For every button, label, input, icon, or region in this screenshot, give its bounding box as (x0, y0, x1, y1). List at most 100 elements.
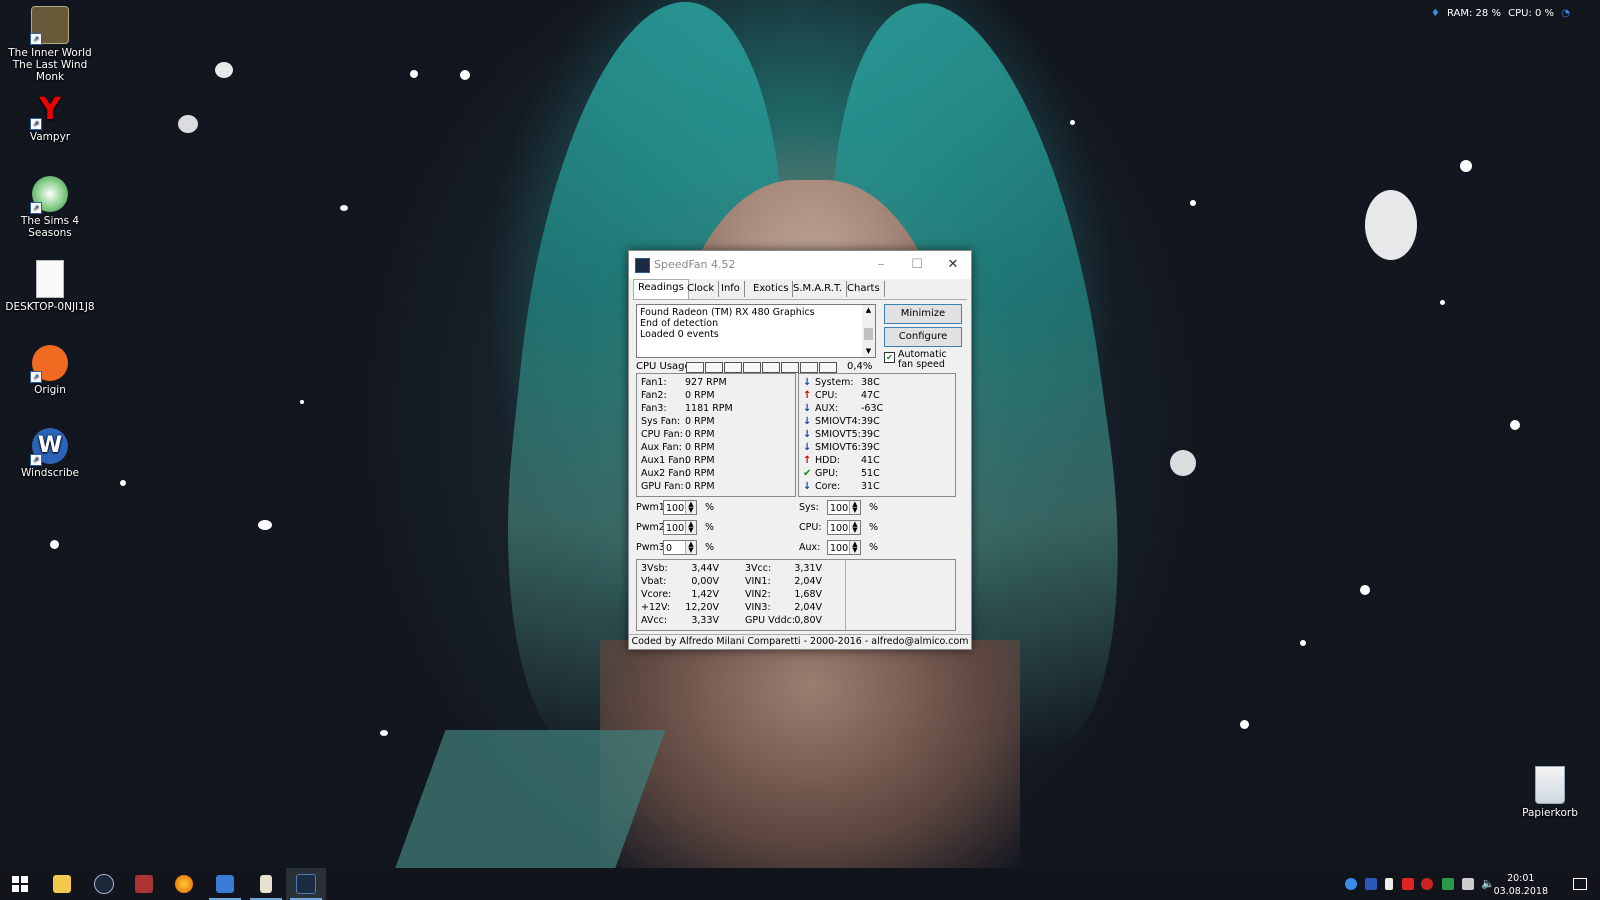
cpu-core-meter (762, 362, 780, 373)
tray-network-icon[interactable] (1345, 878, 1357, 890)
action-center-button[interactable] (1560, 868, 1600, 900)
tray-volume-icon[interactable]: 🔈 (1481, 878, 1495, 890)
snowflake (1300, 640, 1306, 646)
desktop-icon-inner-world[interactable]: ↗ The Inner World The Last Wind Monk (2, 6, 98, 83)
cpu-core-meter (743, 362, 761, 373)
title-bar[interactable]: SpeedFan 4.52 – ☐ ✕ (629, 251, 971, 279)
desktop-icon-origin[interactable]: ↗ Origin (2, 345, 98, 396)
desktop-icon-label: The Sims 4 Seasons (20, 215, 80, 239)
desktop-icon-sims4[interactable]: ↗ The Sims 4 Seasons (2, 176, 98, 239)
notepad-icon (260, 875, 272, 893)
pwm-spinbox[interactable]: 100 ▲ ▼ (663, 520, 697, 535)
sensor-name: AUX: (815, 403, 839, 414)
snowflake (1240, 720, 1249, 729)
tab-charts[interactable]: Charts (843, 281, 885, 297)
tray-antivirus-icon[interactable] (1402, 878, 1414, 890)
shortcut-arrow-icon: ↗ (30, 454, 42, 466)
ram-usage: RAM: 28 % (1446, 8, 1501, 19)
checkbox-checked-icon[interactable]: ✔ (884, 352, 895, 363)
pwm-value: 100 (830, 503, 849, 514)
shortcut-arrow-icon: ↗ (30, 202, 42, 214)
tab-clock[interactable]: Clock (683, 281, 720, 297)
tray-wifi-icon[interactable] (1462, 878, 1474, 890)
shortcut-arrow-icon: ↗ (30, 33, 42, 45)
taskbar-speedfan[interactable] (286, 868, 326, 900)
pwm-spinbox[interactable]: 100 ▲ ▼ (827, 540, 861, 555)
scroll-thumb[interactable] (864, 328, 873, 340)
tray-radeon-icon[interactable] (1421, 878, 1433, 890)
tab-smart[interactable]: S.M.A.R.T. (789, 281, 848, 297)
taskbar-clock[interactable]: 20:01 03.08.2018 (1494, 872, 1548, 898)
temperature-value: 39C (861, 429, 880, 440)
credits-footer: Coded by Alfredo Milani Comparetti - 200… (629, 634, 971, 649)
maximize-window-button[interactable]: ☐ (899, 251, 935, 279)
tray-security-icon[interactable] (1442, 878, 1454, 890)
sensor-name: SMIOVT6: (815, 442, 861, 453)
pwm-unit: % (869, 522, 879, 533)
minimize-button[interactable]: Minimize (884, 304, 962, 324)
spin-arrows-icon[interactable]: ▲ ▼ (849, 521, 860, 534)
configure-button[interactable]: Configure (884, 327, 962, 347)
snowflake (258, 520, 272, 530)
temperature-value: 38C (861, 377, 880, 388)
pwm-label: Sys: (799, 502, 819, 513)
spin-arrows-icon[interactable]: ▲ ▼ (685, 541, 696, 554)
fan-name: Fan2: (641, 390, 667, 401)
pwm-unit: % (705, 542, 715, 553)
pwm-spinbox[interactable]: 100 ▲ ▼ (663, 500, 697, 515)
cpu-usage-value: 0,4% (847, 361, 873, 372)
desktop-icon-windscribe[interactable]: W ↗ Windscribe (2, 428, 98, 479)
snowflake (340, 205, 348, 211)
spin-arrows-icon[interactable]: ▲ ▼ (849, 541, 860, 554)
fan-name: Aux2 Fan: (641, 468, 688, 479)
scroll-down-icon[interactable]: ▼ (862, 346, 875, 357)
tray-usb-icon[interactable] (1385, 878, 1393, 890)
taskbar-app-window[interactable] (205, 868, 245, 900)
pwm-spinbox[interactable]: 0 ▲ ▼ (663, 540, 697, 555)
firefox-icon (175, 875, 193, 893)
voltage-name: Vbat: (641, 576, 667, 587)
taskbar: 🔈 20:01 03.08.2018 (0, 868, 1600, 900)
voltage-name: VIN3: (745, 602, 771, 613)
fan-name: GPU Fan: (641, 481, 684, 492)
spin-arrows-icon[interactable]: ▲ ▼ (685, 501, 696, 514)
sensor-name: CPU: (815, 390, 838, 401)
taskbar-notepad[interactable] (246, 868, 286, 900)
temperature-reading-row: ✔ GPU: 51C (803, 467, 953, 480)
trend-arrow-up-icon: ↑ (803, 390, 812, 401)
log-scrollbar[interactable]: ▲ ▼ (862, 305, 875, 357)
snowflake (410, 70, 418, 78)
cpu-usage-overlay: CPU: 0 % (1508, 8, 1555, 19)
spin-arrows-icon[interactable]: ▲ ▼ (849, 501, 860, 514)
taskbar-steam[interactable] (84, 868, 124, 900)
pwm-spinbox[interactable]: 100 ▲ ▼ (827, 500, 861, 515)
temperatures-box: ↓ System: 38C ↑ CPU: 47C ↓ AUX: -63C ↓ SMIOVT4: 39C… (798, 373, 956, 497)
taskbar-game[interactable] (124, 868, 164, 900)
cpu-core-meter (724, 362, 742, 373)
snowflake (380, 730, 388, 736)
tab-info[interactable]: Info (717, 281, 745, 297)
yandex-icon: Y ↗ (30, 92, 68, 130)
taskbar-file-explorer[interactable] (42, 868, 82, 900)
desktop-icon-recycle-bin[interactable]: Papierkorb (1502, 766, 1598, 819)
start-button[interactable] (0, 868, 40, 900)
minimize-window-button[interactable]: – (863, 251, 899, 279)
fan-reading-row: Fan2: 0 RPM (641, 389, 791, 402)
event-log[interactable]: Found Radeon (TM) RX 480 Graphics End of… (636, 304, 876, 358)
sensor-name: SMIOVT4: (815, 416, 861, 427)
tray-app-icon[interactable] (1365, 878, 1377, 890)
trend-arrow-down-icon: ↓ (803, 429, 812, 440)
desktop-icon-vampyr[interactable]: Y ↗ Vampyr (2, 92, 98, 143)
taskbar-firefox[interactable] (164, 868, 204, 900)
desktop-icon-text-file[interactable]: DESKTOP-0NJI1J8 (2, 260, 98, 313)
close-window-button[interactable]: ✕ (935, 251, 971, 279)
cpu-usage-bar: CPU Usage 0,4% (636, 361, 872, 373)
spin-arrows-icon[interactable]: ▲ ▼ (685, 521, 696, 534)
tab-exotics[interactable]: Exotics (749, 281, 794, 297)
trend-arrow-down-icon: ↓ (803, 442, 812, 453)
scroll-up-icon[interactable]: ▲ (862, 305, 875, 316)
pwm-spinbox[interactable]: 100 ▲ ▼ (827, 520, 861, 535)
tab-readings[interactable]: Readings (633, 279, 689, 299)
speedfan-window[interactable]: SpeedFan 4.52 – ☐ ✕ Readings Clock Info … (628, 250, 972, 650)
game-icon: ↗ (30, 6, 69, 45)
